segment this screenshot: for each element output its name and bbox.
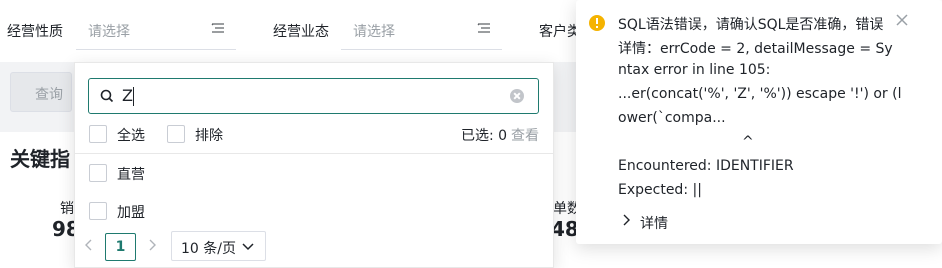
business-format-select[interactable]: 请选择	[341, 12, 502, 50]
notification-line: Encountered: IDENTIFIER	[618, 158, 794, 174]
notification-line: ntax error in line 105:	[618, 62, 771, 78]
clear-icon[interactable]	[510, 89, 524, 103]
warning-icon	[589, 15, 605, 31]
select-all-label[interactable]: 全选	[117, 125, 145, 145]
option-checkbox[interactable]	[89, 202, 107, 220]
metric-label-left: 销	[60, 201, 74, 217]
query-button-label: 查询	[35, 87, 63, 103]
current-page[interactable]: 1	[105, 233, 136, 261]
option-label[interactable]: 加盟	[117, 202, 145, 222]
dropdown-divider	[75, 153, 553, 154]
list-filter-icon	[477, 23, 490, 33]
filter-label-business-format: 经营业态	[273, 24, 329, 40]
notification-line: Expected: ||	[618, 182, 702, 198]
chevron-down-icon	[242, 243, 254, 251]
business-format-placeholder: 请选择	[353, 24, 395, 40]
text-cursor	[133, 87, 134, 106]
view-selected-link[interactable]: 查看	[511, 125, 539, 145]
prev-page-icon[interactable]	[84, 239, 94, 251]
section-title: 关键指	[10, 147, 70, 171]
search-icon	[100, 89, 114, 103]
option-label[interactable]: 直营	[117, 164, 145, 184]
chevron-right-icon[interactable]	[621, 214, 631, 226]
filter-label-business-nature: 经营性质	[7, 24, 63, 40]
metric-value-right: 48	[551, 217, 579, 241]
notification-line: 详情：errCode = 2, detailMessage = Sy	[618, 41, 893, 57]
page-size-value: 10 条/页	[181, 241, 236, 257]
search-value: Z	[122, 86, 133, 105]
option-checkbox[interactable]	[89, 164, 107, 182]
notification-line: ower(`compa...	[618, 110, 726, 126]
next-page-icon[interactable]	[147, 239, 157, 251]
notification-line: ^	[742, 134, 754, 150]
exclude-label[interactable]: 排除	[195, 125, 223, 145]
notification-line: SQL语法错误，请确认SQL是否准确，错误	[618, 17, 884, 33]
details-toggle[interactable]: 详情	[640, 213, 668, 233]
dropdown-search-input[interactable]: Z	[88, 78, 539, 114]
close-icon[interactable]	[895, 13, 909, 27]
selected-count: 已选: 0	[461, 128, 508, 144]
notification-line: ...er(concat('%', 'Z', '%')) escape '!')…	[618, 86, 902, 102]
query-button[interactable]: 查询	[10, 72, 72, 112]
business-nature-select[interactable]: 请选择	[76, 12, 236, 50]
exclude-checkbox[interactable]	[167, 125, 185, 143]
business-nature-placeholder: 请选择	[88, 24, 130, 40]
page-size-select[interactable]: 10 条/页	[171, 231, 266, 261]
filter-label-customer-type: 客户类	[539, 24, 581, 40]
list-filter-icon	[211, 23, 224, 33]
select-all-checkbox[interactable]	[89, 125, 107, 143]
